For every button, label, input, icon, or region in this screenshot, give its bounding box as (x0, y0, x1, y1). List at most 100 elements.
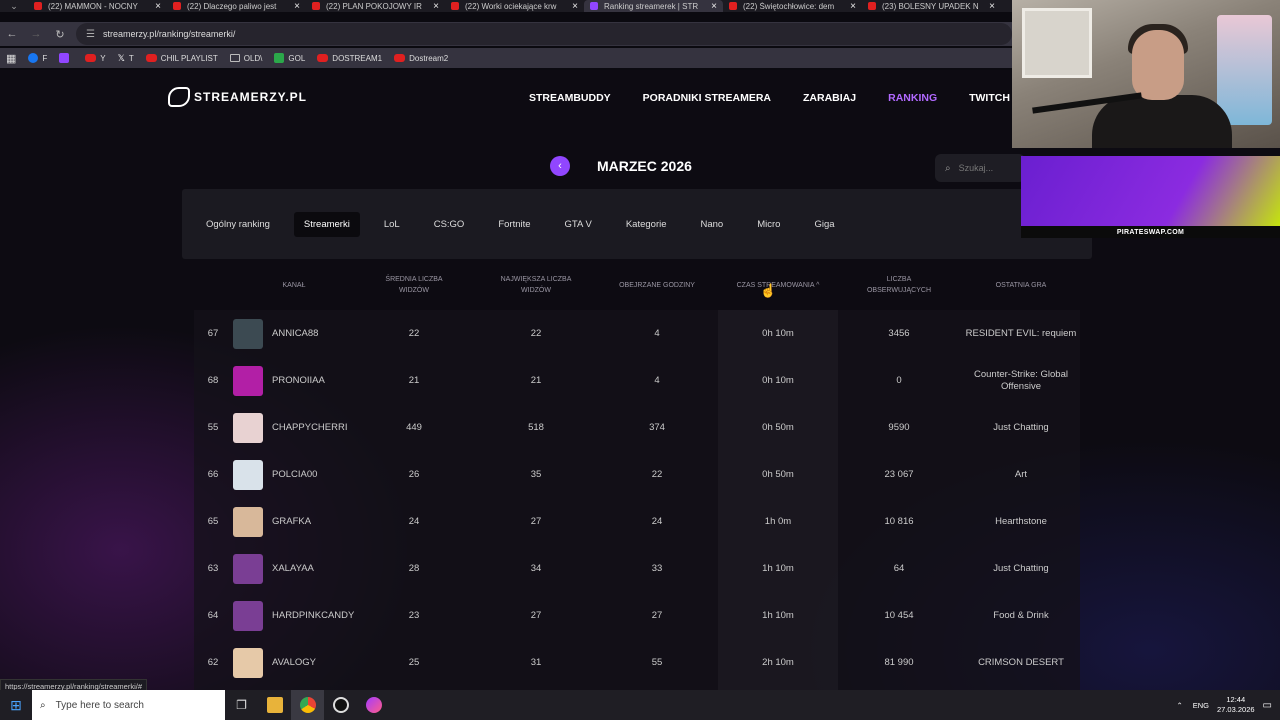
bookmark-item[interactable]: DOSTREAM1 (317, 53, 382, 64)
header-avg-viewers[interactable]: ŚREDNIA LICZBA WIDZÓW (374, 274, 454, 296)
followers-cell: 9590 (888, 422, 910, 433)
header-followers[interactable]: LICZBA OBSERWUJĄCYCH (854, 274, 944, 296)
bookmark-item[interactable]: 𝕏T (118, 53, 134, 64)
obs-icon[interactable] (324, 690, 357, 720)
header-hours-watched[interactable]: OBEJRZANE GODZINY (607, 280, 707, 291)
stream-time-cell: 0h 50m (762, 469, 794, 480)
previous-month-button[interactable]: ‹ (550, 156, 570, 176)
language-indicator[interactable]: ENG (1193, 701, 1209, 710)
followers-cell: 10 454 (884, 610, 914, 621)
category-tab[interactable]: Fortnite (488, 212, 540, 237)
tab-search-chevron-icon[interactable]: ⌄ (0, 0, 28, 12)
category-tab[interactable]: Kategorie (616, 212, 677, 237)
reload-icon[interactable]: ↻ (48, 28, 72, 41)
avatar[interactable] (233, 404, 263, 451)
bookmark-item[interactable]: GOL (274, 53, 305, 64)
header-stream-time[interactable]: CZAS STREAMOWANIA ^ (728, 280, 828, 291)
tab-title: (22) Dlaczego paliwo jest (187, 1, 277, 11)
mouse-cursor-icon: ☝ (760, 283, 777, 298)
bookmark-item[interactable]: Y (85, 53, 106, 64)
rank-cell: 62 (207, 657, 219, 668)
bookmark-item[interactable] (59, 53, 73, 64)
clock[interactable]: 12:44 27.03.2026 (1217, 695, 1255, 715)
category-tab[interactable]: Giga (804, 212, 844, 237)
nav-ranking[interactable]: RANKING (888, 92, 937, 104)
forward-arrow-icon[interactable]: → (24, 28, 48, 40)
category-tab[interactable]: LoL (374, 212, 410, 237)
task-view-icon[interactable]: ❐ (225, 690, 258, 720)
site-logo[interactable]: STREAMERZY.PL (168, 87, 307, 107)
table-row[interactable]: 67 ANNICA88 22 22 4 0h 10m 3456 RESIDENT EVIL: … (194, 310, 1080, 357)
close-tab-icon[interactable]: × (989, 1, 995, 12)
search-icon: ⌕ (40, 699, 46, 711)
bookmark-item[interactable]: Dostream2 (394, 53, 448, 64)
youtube-favicon-icon (451, 2, 459, 10)
avatar-image (233, 647, 263, 678)
avatar[interactable] (233, 545, 263, 592)
avatar[interactable] (233, 639, 263, 686)
category-tab[interactable]: Nano (691, 212, 734, 237)
bookmark-item[interactable]: OLD\ (229, 53, 262, 64)
close-tab-icon[interactable]: × (294, 1, 300, 12)
notifications-icon[interactable]: ▭ (1263, 700, 1272, 711)
bookmark-item[interactable]: CHIL PLAYLIST (145, 53, 218, 64)
windows-start-icon[interactable]: ⊞ (0, 690, 32, 720)
browser-tab[interactable]: (22) MAMMON - NOCNY × (28, 0, 167, 12)
category-tab[interactable]: CS:GO (424, 212, 475, 237)
table-row[interactable]: 55 CHAPPYCHERRI 449 518 374 0h 50m 9590 Just Ch… (194, 404, 1080, 451)
taskbar-search-input[interactable]: ⌕ Type here to search (32, 690, 225, 720)
search-input[interactable]: ⌕ Szukaj... (935, 154, 1025, 182)
table-row[interactable]: 66 POLCIA00 26 35 22 0h 50m 23 067 Art (194, 451, 1080, 498)
bookmarks-bar: ▦ F Y 𝕏 T CHIL PLAYLIST OLD\ GOL DOSTREAM1 Dostr… (0, 48, 1012, 68)
table-row[interactable]: 64 HARDPINKCANDY 23 27 27 1h 10m 10 454 Food & … (194, 592, 1080, 639)
webcam-overlay (1012, 0, 1280, 148)
header-max-viewers[interactable]: NAJWIĘKSZA LICZBA WIDZÓW (490, 274, 582, 296)
last-game-cell: RESIDENT EVIL: requiem (965, 327, 1077, 339)
nav-streambuddy[interactable]: STREAMBUDDY (529, 92, 611, 104)
messenger-icon[interactable] (357, 690, 390, 720)
youtube-favicon-icon (868, 2, 876, 10)
category-tab[interactable]: Micro (747, 212, 790, 237)
avatar[interactable] (233, 498, 263, 545)
browser-tab[interactable]: (22) Świętochłowice: dem × (723, 0, 862, 12)
taskbar-search-placeholder: Type here to search (55, 699, 144, 711)
nav-zarabiaj[interactable]: ZARABIAJ (803, 92, 856, 104)
close-tab-icon[interactable]: × (711, 1, 717, 12)
table-row[interactable]: 62 AVALOGY 25 31 55 2h 10m 81 990 CRIMSON DESER… (194, 639, 1080, 686)
avatar-image (233, 412, 263, 443)
browser-tab[interactable]: (22) PLAN POKOJOWY IR × (306, 0, 445, 12)
chrome-icon[interactable] (291, 690, 324, 720)
stream-time-cell: 1h 0m (764, 516, 792, 527)
category-tab[interactable]: GTA V (555, 212, 602, 237)
browser-tab[interactable]: (22) Dlaczego paliwo jest × (167, 0, 306, 12)
last-game-cell: CRIMSON DESERT (978, 656, 1064, 668)
tray-chevron-icon[interactable]: ⌃ (1176, 701, 1182, 710)
category-tab[interactable]: Ogólny ranking (196, 212, 280, 237)
avatar[interactable] (233, 592, 263, 639)
close-tab-icon[interactable]: × (433, 1, 439, 12)
avatar[interactable] (233, 357, 263, 404)
category-tab[interactable]: Streamerki (293, 211, 360, 237)
close-tab-icon[interactable]: × (850, 1, 856, 12)
avatar[interactable] (233, 310, 263, 357)
bookmark-item[interactable]: F (28, 53, 47, 64)
close-tab-icon[interactable]: × (572, 1, 578, 12)
table-row[interactable]: 65 GRAFKA 24 27 24 1h 0m 10 816 Hearthstone (194, 498, 1080, 545)
nav-poradniki-streamera[interactable]: PORADNIKI STREAMERA (643, 92, 771, 104)
apps-grid-icon[interactable]: ▦ (6, 52, 16, 65)
header-last-game[interactable]: OSTATNIA GRA (976, 280, 1066, 291)
close-tab-icon[interactable]: × (155, 1, 161, 12)
browser-tab[interactable]: (22) Worki ociekające krw × (445, 0, 584, 12)
hours-watched-cell: 374 (649, 422, 665, 433)
header-channel[interactable]: KANAŁ (273, 280, 315, 291)
table-row[interactable]: 68 PRONOIIAA 21 21 4 0h 10m 0 Counter-Strike: G… (194, 357, 1080, 404)
avatar[interactable] (233, 451, 263, 498)
table-row[interactable]: 63 XALAYAA 28 34 33 1h 10m 64 Just Chatting (194, 545, 1080, 592)
address-bar[interactable]: ☰ streamerzy.pl/ranking/streamerki/ (76, 23, 1012, 45)
file-explorer-icon[interactable] (258, 690, 291, 720)
main-navigation: STREAMBUDDY PORADNIKI STREAMERA ZARABIAJ RA… (529, 92, 1075, 104)
browser-tab[interactable]: Ranking streamerek | STR × (584, 0, 723, 12)
browser-tab[interactable]: (23) BOLESNY UPADEK N × (862, 0, 1001, 12)
site-info-icon[interactable]: ☰ (86, 29, 95, 40)
back-arrow-icon[interactable]: ← (0, 28, 24, 40)
